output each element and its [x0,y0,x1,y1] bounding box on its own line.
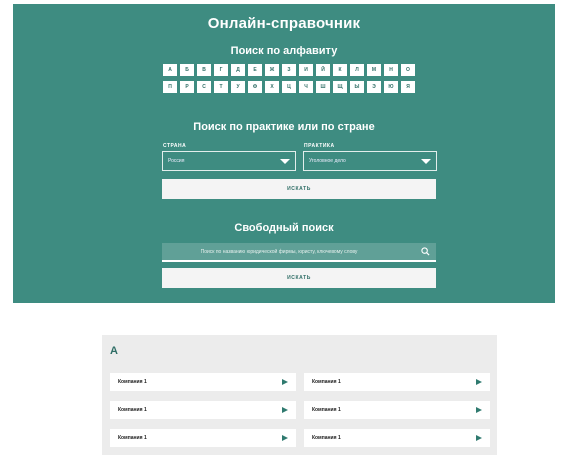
practice-select[interactable]: Уголовное дело [303,151,437,171]
company-name: Компания 1 [312,379,341,385]
search-placeholder: Поиск по названию юридической фирмы, юри… [200,248,358,255]
country-value: Россия [168,158,185,164]
letter-button[interactable]: Ч [299,81,313,93]
play-arrow-icon[interactable] [282,379,288,385]
letter-button[interactable]: Щ [333,81,347,93]
page-title: Онлайн-справочник [207,15,361,32]
practice-label: ПРАКТИКА [304,143,335,149]
letter-button[interactable]: Я [401,81,415,93]
letter-button[interactable]: Р [180,81,194,93]
free-search-input[interactable]: Поиск по названию юридической фирмы, юри… [162,243,436,262]
play-arrow-icon[interactable] [476,407,482,413]
search-icon[interactable] [420,247,430,257]
country-label: СТРАНА [163,143,187,149]
play-arrow-icon[interactable] [476,379,482,385]
play-arrow-icon[interactable] [282,407,288,413]
letter-button[interactable]: Е [248,64,262,76]
letter-button[interactable]: У [231,81,245,93]
play-arrow-icon[interactable] [476,435,482,441]
practice-value: Уголовное дело [309,158,346,164]
letter-button[interactable]: Ж [265,64,279,76]
company-card[interactable]: Компания 1 [304,373,490,391]
letter-button[interactable]: Ф [248,81,262,93]
chevron-down-icon [280,158,290,164]
results-letter-heading: А [110,345,118,357]
practice-heading: Поиск по практике или по стране [193,121,375,133]
company-name: Компания 1 [312,435,341,441]
letter-button[interactable]: Э [367,81,381,93]
letter-button[interactable]: Й [316,64,330,76]
letter-button[interactable]: Ы [350,81,364,93]
letter-button[interactable]: В [197,64,211,76]
company-card[interactable]: Компания 1 [110,401,296,419]
letter-button[interactable]: Л [350,64,364,76]
free-search-heading: Свободный поиск [234,222,334,234]
company-name: Компания 1 [312,407,341,413]
search-hero: Онлайн-справочник Поиск по алфавиту А Б … [13,4,555,303]
country-select[interactable]: Россия [162,151,296,171]
letter-button[interactable]: М [367,64,381,76]
alphabet-row-2: П Р С Т У Ф Х Ц Ч Ш Щ Ы Э Ю Я [163,81,415,93]
chevron-down-icon [421,158,431,164]
letter-button[interactable]: И [299,64,313,76]
letter-button[interactable]: Ц [282,81,296,93]
company-name: Компания 1 [118,407,147,413]
results-panel: А Компания 1 Компания 1 Компания 1 Компа… [102,335,497,455]
letter-button[interactable]: П [163,81,177,93]
letter-button[interactable]: Ш [316,81,330,93]
letter-button[interactable]: К [333,64,347,76]
company-card[interactable]: Компания 1 [304,401,490,419]
free-search-button[interactable]: ИСКАТЬ [162,268,436,288]
letter-button[interactable]: О [401,64,415,76]
letter-button[interactable]: Б [180,64,194,76]
letter-button[interactable]: А [163,64,177,76]
letter-button[interactable]: Т [214,81,228,93]
company-card[interactable]: Компания 1 [110,373,296,391]
practice-search-button[interactable]: ИСКАТЬ [162,179,436,199]
letter-button[interactable]: Н [384,64,398,76]
alphabet-heading: Поиск по алфавиту [230,45,338,57]
company-name: Компания 1 [118,435,147,441]
letter-button[interactable]: Д [231,64,245,76]
letter-button[interactable]: Г [214,64,228,76]
company-card[interactable]: Компания 1 [304,429,490,447]
alphabet-row-1: А Б В Г Д Е Ж З И Й К Л М Н О [163,64,415,76]
letter-button[interactable]: З [282,64,296,76]
play-arrow-icon[interactable] [282,435,288,441]
letter-button[interactable]: С [197,81,211,93]
letter-button[interactable]: Х [265,81,279,93]
letter-button[interactable]: Ю [384,81,398,93]
company-card[interactable]: Компания 1 [110,429,296,447]
company-name: Компания 1 [118,379,147,385]
